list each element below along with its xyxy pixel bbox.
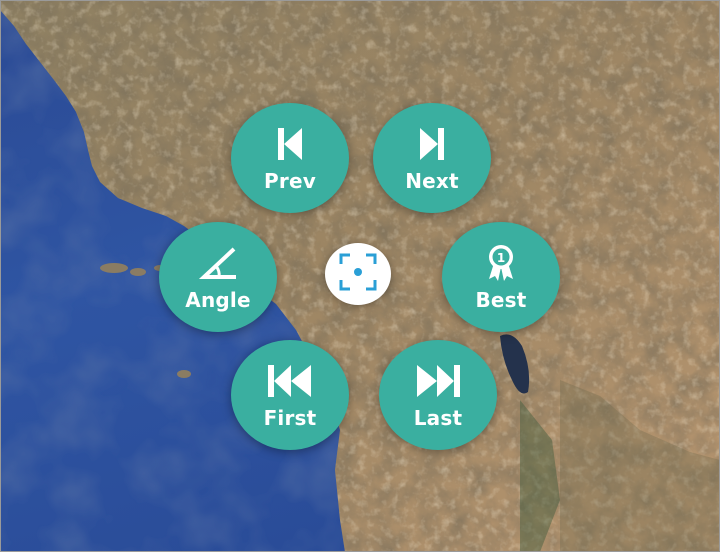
angle-icon bbox=[198, 243, 238, 283]
svg-text:1: 1 bbox=[497, 251, 505, 265]
first-label: First bbox=[263, 406, 317, 430]
last-button[interactable]: Last bbox=[379, 340, 497, 450]
prev-button[interactable]: Prev bbox=[231, 103, 349, 213]
center-focus-button[interactable] bbox=[325, 243, 391, 305]
next-button[interactable]: Next bbox=[373, 103, 491, 213]
first-button[interactable]: First bbox=[231, 340, 349, 450]
award-ribbon-icon: 1 bbox=[484, 243, 518, 283]
skip-to-first-icon bbox=[267, 361, 313, 401]
focus-target-icon bbox=[338, 252, 378, 296]
skip-to-last-icon bbox=[415, 361, 461, 401]
last-label: Last bbox=[413, 406, 463, 430]
map-view[interactable]: Prev Next Angle 1 Best First Last bbox=[0, 0, 720, 552]
angle-label: Angle bbox=[185, 288, 251, 312]
skip-next-icon bbox=[417, 124, 447, 164]
best-button[interactable]: 1 Best bbox=[442, 222, 560, 332]
best-label: Best bbox=[475, 288, 527, 312]
next-label: Next bbox=[405, 169, 459, 193]
angle-button[interactable]: Angle bbox=[159, 222, 277, 332]
prev-label: Prev bbox=[264, 169, 316, 193]
skip-previous-icon bbox=[275, 124, 305, 164]
